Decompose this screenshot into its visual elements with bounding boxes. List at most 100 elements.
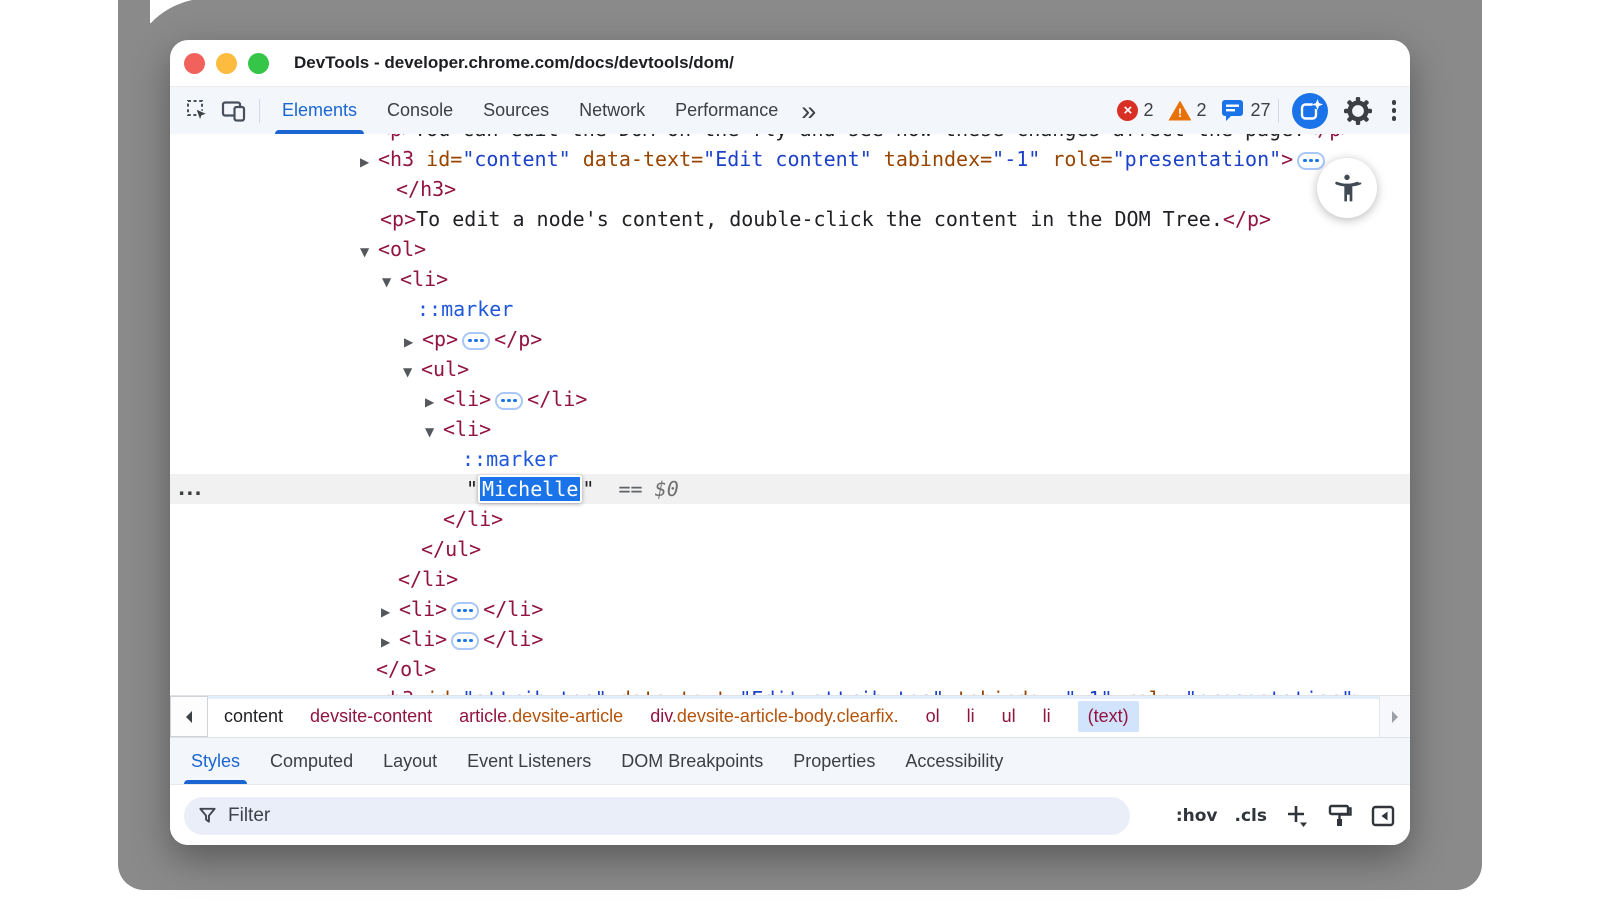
selected-text-editor[interactable]: Michelle — [478, 475, 582, 503]
new-style-rule-button[interactable] — [1284, 803, 1310, 829]
ai-assistance-button[interactable] — [1292, 93, 1328, 129]
tab-performance[interactable]: Performance — [660, 87, 793, 134]
crumb-part: (text) — [1088, 706, 1129, 726]
code-segment: tabindex — [884, 147, 980, 171]
collapse-arrow-icon[interactable]: ▼ — [403, 357, 421, 387]
dom-tree-row[interactable]: ▶<h3 id="attributes" data-text="Edit att… — [170, 684, 1410, 695]
breadcrumb-item[interactable]: devsite-content — [310, 706, 432, 727]
dom-tree-row[interactable]: </h3> — [170, 174, 1410, 204]
code-segment: <p> — [422, 327, 458, 351]
dom-tree-row[interactable]: </ol> — [170, 654, 1410, 684]
sidebar-tab-event-listeners[interactable]: Event Listeners — [452, 738, 606, 784]
breadcrumb-item[interactable]: ol — [926, 706, 940, 727]
filter-placeholder: Filter — [228, 805, 270, 827]
warning-icon: ! — [1168, 101, 1191, 121]
dom-tree-row[interactable]: </li> — [170, 564, 1410, 594]
settings-button[interactable] — [1340, 93, 1376, 129]
tab-label: Properties — [793, 751, 875, 772]
code-segment: id — [426, 147, 450, 171]
sidebar-tab-layout[interactable]: Layout — [368, 738, 452, 784]
toggle-element-state-button[interactable]: :hov — [1176, 806, 1218, 826]
breadcrumb-item[interactable]: li — [1043, 706, 1051, 727]
breadcrumb-scroll-right-button[interactable] — [1379, 696, 1410, 737]
sidebar-tab-styles[interactable]: Styles — [176, 738, 255, 784]
tab-elements[interactable]: Elements — [267, 87, 372, 134]
dom-tree-row[interactable]: ▼<li> — [170, 264, 1410, 294]
element-classes-button[interactable]: .cls — [1235, 806, 1267, 826]
expand-arrow-icon[interactable]: ▶ — [404, 327, 422, 357]
tab-sources[interactable]: Sources — [468, 87, 564, 134]
dom-tree-row[interactable]: </li> — [170, 504, 1410, 534]
errors-badge[interactable]: × 2 — [1117, 100, 1153, 121]
dom-tree-row[interactable]: ▶<li></li> — [170, 594, 1410, 624]
code-segment: = — [450, 147, 462, 171]
expand-arrow-icon[interactable]: ▶ — [425, 387, 443, 417]
dom-tree-row[interactable]: ▶<h3 id="content" data-text="Edit conten… — [170, 144, 1410, 174]
breadcrumb-item[interactable]: li — [967, 706, 975, 727]
sidebar-tabs: StylesComputedLayoutEvent ListenersDOM B… — [170, 737, 1410, 785]
inline-ellipsis-button[interactable] — [1297, 152, 1325, 170]
dom-tree-row[interactable]: </ul> — [170, 534, 1410, 564]
more-menu-button[interactable] — [1388, 96, 1401, 125]
zoom-window-button[interactable] — [248, 53, 269, 74]
dom-tree-row[interactable]: <p>You can edit the DOM on the fly and s… — [170, 134, 1410, 144]
breadcrumb-item[interactable]: content — [224, 706, 283, 727]
sidebar-tab-computed[interactable]: Computed — [255, 738, 368, 784]
expand-arrow-icon[interactable]: ▶ — [381, 597, 399, 627]
sidebar-tab-properties[interactable]: Properties — [778, 738, 890, 784]
breadcrumb-scroll-left-button[interactable] — [170, 696, 208, 737]
more-panels-button[interactable]: » — [793, 89, 824, 133]
inline-ellipsis-button[interactable] — [495, 392, 523, 410]
tab-network[interactable]: Network — [564, 87, 660, 134]
inline-ellipsis-button[interactable] — [451, 632, 479, 650]
crumb-part: li — [1043, 706, 1051, 726]
dom-tree-row[interactable]: ::marker — [170, 294, 1410, 324]
code-segment: "Edit attributes" — [739, 687, 944, 695]
breadcrumb-item[interactable]: ul — [1002, 706, 1016, 727]
ellipsis-dot — [457, 609, 461, 613]
collapse-arrow-icon[interactable]: ▼ — [382, 267, 400, 297]
sidebar-tab-dom-breakpoints[interactable]: DOM Breakpoints — [606, 738, 778, 784]
code-segment: </p> — [1223, 207, 1271, 231]
code-segment: </li> — [527, 387, 587, 411]
dom-tree-row[interactable]: ▼<ol> — [170, 234, 1410, 264]
inline-ellipsis-button[interactable] — [451, 602, 479, 620]
expand-arrow-icon[interactable]: ▶ — [360, 687, 378, 695]
code-segment: </ol> — [376, 657, 436, 681]
dom-tree-row[interactable]: ▶<li></li> — [170, 384, 1410, 414]
expand-arrow-icon[interactable]: ▶ — [360, 147, 378, 177]
format-paint-button[interactable] — [1327, 803, 1353, 829]
code-segment: </ul> — [421, 537, 481, 561]
code-segment: ::marker — [417, 297, 513, 321]
code-segment: <li> — [399, 597, 447, 621]
dom-tree-row[interactable]: ▶<p></p> — [170, 324, 1410, 354]
dom-tree-row[interactable]: ::marker — [170, 444, 1410, 474]
breadcrumb-item[interactable]: article.devsite-article — [459, 706, 623, 727]
close-window-button[interactable] — [184, 53, 205, 74]
issues-badge[interactable]: 27 — [1221, 99, 1270, 122]
sidebar-tab-accessibility[interactable]: Accessibility — [890, 738, 1018, 784]
expand-arrow-icon[interactable]: ▶ — [381, 627, 399, 657]
filter-bar-actions: :hov .cls — [1176, 803, 1396, 829]
toggle-sidebar-button[interactable] — [1370, 803, 1396, 829]
code-segment: role — [1125, 687, 1173, 695]
collapse-arrow-icon[interactable]: ▼ — [425, 417, 443, 447]
tab-console[interactable]: Console — [372, 87, 468, 134]
minimize-window-button[interactable] — [216, 53, 237, 74]
inspect-element-button[interactable] — [180, 93, 216, 129]
breadcrumb-item[interactable]: div.devsite-article-body.clearfix. — [650, 706, 898, 727]
filter-input[interactable]: Filter — [184, 797, 1130, 835]
inline-ellipsis-button[interactable] — [462, 332, 490, 350]
dom-tree-row[interactable]: ▼<li> — [170, 414, 1410, 444]
code-segment: "presentation" — [1185, 687, 1354, 695]
dom-tree-row[interactable]: ▼<ul> — [170, 354, 1410, 384]
dom-tree-row[interactable]: ▶<li></li> — [170, 624, 1410, 654]
dom-tree-row[interactable]: ..."Michelle" == $0 — [170, 474, 1410, 504]
dom-tree-row[interactable]: <p>To edit a node's content, double-clic… — [170, 204, 1410, 234]
collapse-arrow-icon[interactable]: ▼ — [360, 237, 378, 267]
warnings-badge[interactable]: ! 2 — [1168, 100, 1206, 121]
panel-tabs: ElementsConsoleSourcesNetworkPerformance — [267, 87, 793, 134]
toggle-device-toolbar-button[interactable] — [216, 93, 252, 129]
breadcrumb-item[interactable]: (text) — [1078, 701, 1139, 732]
accessibility-floating-button[interactable] — [1317, 158, 1377, 218]
